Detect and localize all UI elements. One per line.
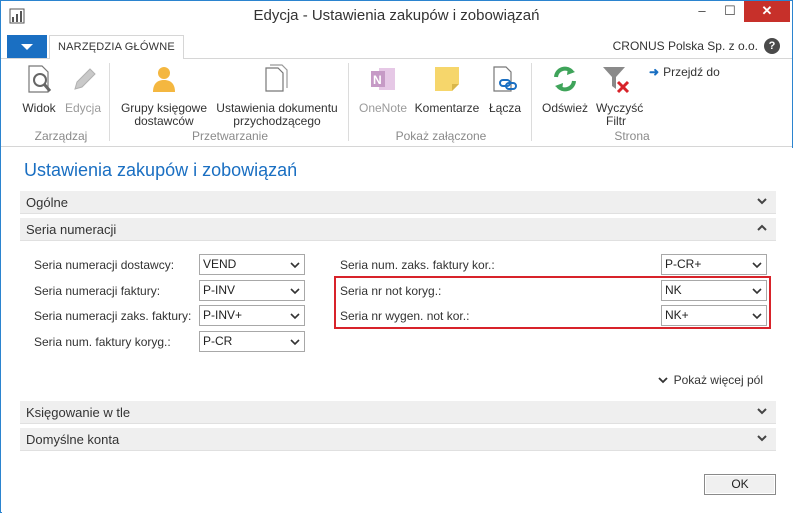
field-value: VEND <box>203 257 237 271</box>
field-invoice-nos[interactable]: P-INV <box>199 280 305 301</box>
group-label-page: Strona <box>614 129 650 143</box>
minimize-button[interactable]: – <box>688 1 716 22</box>
field-label-credit-memo-nos: Seria num. faktury koryg.: <box>34 335 171 349</box>
show-more-label: Pokaż więcej pól <box>673 373 763 387</box>
field-value: P-INV+ <box>203 308 243 322</box>
field-value: P-CR <box>203 334 233 348</box>
close-button[interactable]: ✕ <box>744 1 790 22</box>
maximize-button[interactable]: ☐ <box>716 1 744 22</box>
fasttab-numbering-label: Seria numeracji <box>26 222 117 237</box>
field-credit-memo-nos[interactable]: P-CR <box>199 331 305 352</box>
links-label: Łącza <box>488 101 522 115</box>
vendor-posting-groups-button[interactable]: Grupy księgowe dostawców <box>115 63 213 128</box>
tab-home[interactable]: NARZĘDZIA GŁÓWNE <box>49 35 184 60</box>
fasttab-background-posting-label: Księgowanie w tle <box>26 405 131 420</box>
group-label-process: Przetwarzanie <box>191 129 269 143</box>
chevron-down-icon <box>21 44 33 50</box>
chevron-down-icon <box>757 435 767 442</box>
fasttab-default-accounts-label: Domyślne konta <box>26 432 120 447</box>
goto-button[interactable]: ➜ Przejdź do <box>649 65 720 79</box>
window: Edycja - Ustawienia zakupów i zobowiązań… <box>0 0 793 513</box>
goto-label: Przejdź do <box>663 65 720 79</box>
view-button[interactable]: Widok <box>17 63 61 115</box>
field-posted-invoice-nos[interactable]: P-INV+ <box>199 305 305 326</box>
company-name[interactable]: CRONUS Polska Sp. z o.o. <box>613 39 758 53</box>
help-icon[interactable]: ? <box>764 38 780 54</box>
view-icon <box>28 65 52 93</box>
title-bar: Edycja - Ustawienia zakupów i zobowiązań… <box>1 1 792 32</box>
dropdown-arrow-icon[interactable] <box>290 287 300 295</box>
chevron-down-icon <box>757 408 767 415</box>
fasttab-general[interactable]: Ogólne <box>20 191 776 214</box>
fasttab-background-posting[interactable]: Księgowanie w tle <box>20 401 776 424</box>
field-label-invoice-nos: Seria numeracji faktury: <box>34 284 161 298</box>
chevron-down-icon <box>657 377 668 384</box>
comments-label: Komentarze <box>414 101 480 115</box>
app-menu-button[interactable] <box>7 35 47 58</box>
clear-filter-label: Wyczyść Filtr <box>596 101 644 128</box>
edit-button[interactable]: Edycja <box>63 63 103 115</box>
field-label-posted-credit-memo-nos: Seria num. zaks. faktury kor.: <box>340 258 495 272</box>
links-button[interactable]: Łącza <box>485 63 525 115</box>
fasttab-default-accounts[interactable]: Domyślne konta <box>20 428 776 451</box>
field-label-vendor-nos: Seria numeracji dostawcy: <box>34 258 175 272</box>
chevron-up-icon <box>757 224 767 231</box>
person-icon <box>153 67 175 92</box>
refresh-button[interactable]: Odśwież <box>537 63 593 115</box>
clear-filter-button[interactable]: Wyczyść Filtr <box>593 63 644 128</box>
arrow-right-icon: ➜ <box>649 65 660 79</box>
vendor-posting-groups-label: Grupy księgowe dostawców <box>120 101 208 128</box>
comments-button[interactable]: Komentarze <box>413 63 481 115</box>
refresh-icon <box>554 66 576 92</box>
fasttab-general-label: Ogólne <box>26 195 68 210</box>
group-label-manage: Zarządzaj <box>34 129 88 143</box>
svg-text:N: N <box>373 73 382 87</box>
highlight-box <box>334 276 771 329</box>
field-label-posted-invoice-nos: Seria numeracji zaks. faktury: <box>34 309 192 323</box>
view-label: Widok <box>22 101 56 115</box>
window-title: Edycja - Ustawienia zakupów i zobowiązań <box>253 7 540 24</box>
field-value: P-INV <box>203 283 236 297</box>
clear-filter-icon <box>603 67 630 94</box>
ribbon-divider <box>348 63 349 141</box>
show-more-fields-button[interactable]: Pokaż więcej pól <box>657 373 763 387</box>
chevron-down-icon <box>757 198 767 205</box>
dropdown-arrow-icon[interactable] <box>752 261 762 269</box>
group-label-attachments: Pokaż załączone <box>395 129 487 143</box>
page-title: Ustawienia zakupów i zobowiązań <box>24 160 298 180</box>
ribbon: Widok Edycja Zarządzaj Grupy księgowe do… <box>1 59 792 147</box>
onenote-label: OneNote <box>358 101 408 115</box>
dropdown-arrow-icon[interactable] <box>290 261 300 269</box>
field-posted-credit-memo-nos[interactable]: P-CR+ <box>661 254 767 275</box>
refresh-label: Odśwież <box>541 101 588 115</box>
onenote-icon: N <box>371 68 395 90</box>
onenote-button[interactable]: N OneNote <box>355 63 411 115</box>
fasttab-numbering[interactable]: Seria numeracji <box>20 218 776 241</box>
incoming-doc-setup-label: Ustawienia dokumentu przychodzącego <box>216 101 338 128</box>
documents-icon <box>265 64 288 92</box>
ok-button[interactable]: OK <box>704 474 776 495</box>
ribbon-tab-row: NARZĘDZIA GŁÓWNE CRONUS Polska Sp. z o.o… <box>1 32 792 60</box>
pencil-icon <box>74 68 96 90</box>
field-value: P-CR+ <box>665 257 702 271</box>
link-icon <box>493 66 517 92</box>
ribbon-divider <box>109 63 110 141</box>
incoming-doc-setup-button[interactable]: Ustawienia dokumentu przychodzącego <box>213 63 341 128</box>
field-vendor-nos[interactable]: VEND <box>199 254 305 275</box>
page-content: Ustawienia zakupów i zobowiązań Ogólne S… <box>2 148 793 513</box>
dropdown-arrow-icon[interactable] <box>290 338 300 346</box>
ribbon-divider <box>531 63 532 141</box>
note-icon <box>435 67 459 91</box>
edit-label: Edycja <box>64 101 102 115</box>
dropdown-arrow-icon[interactable] <box>290 312 300 320</box>
